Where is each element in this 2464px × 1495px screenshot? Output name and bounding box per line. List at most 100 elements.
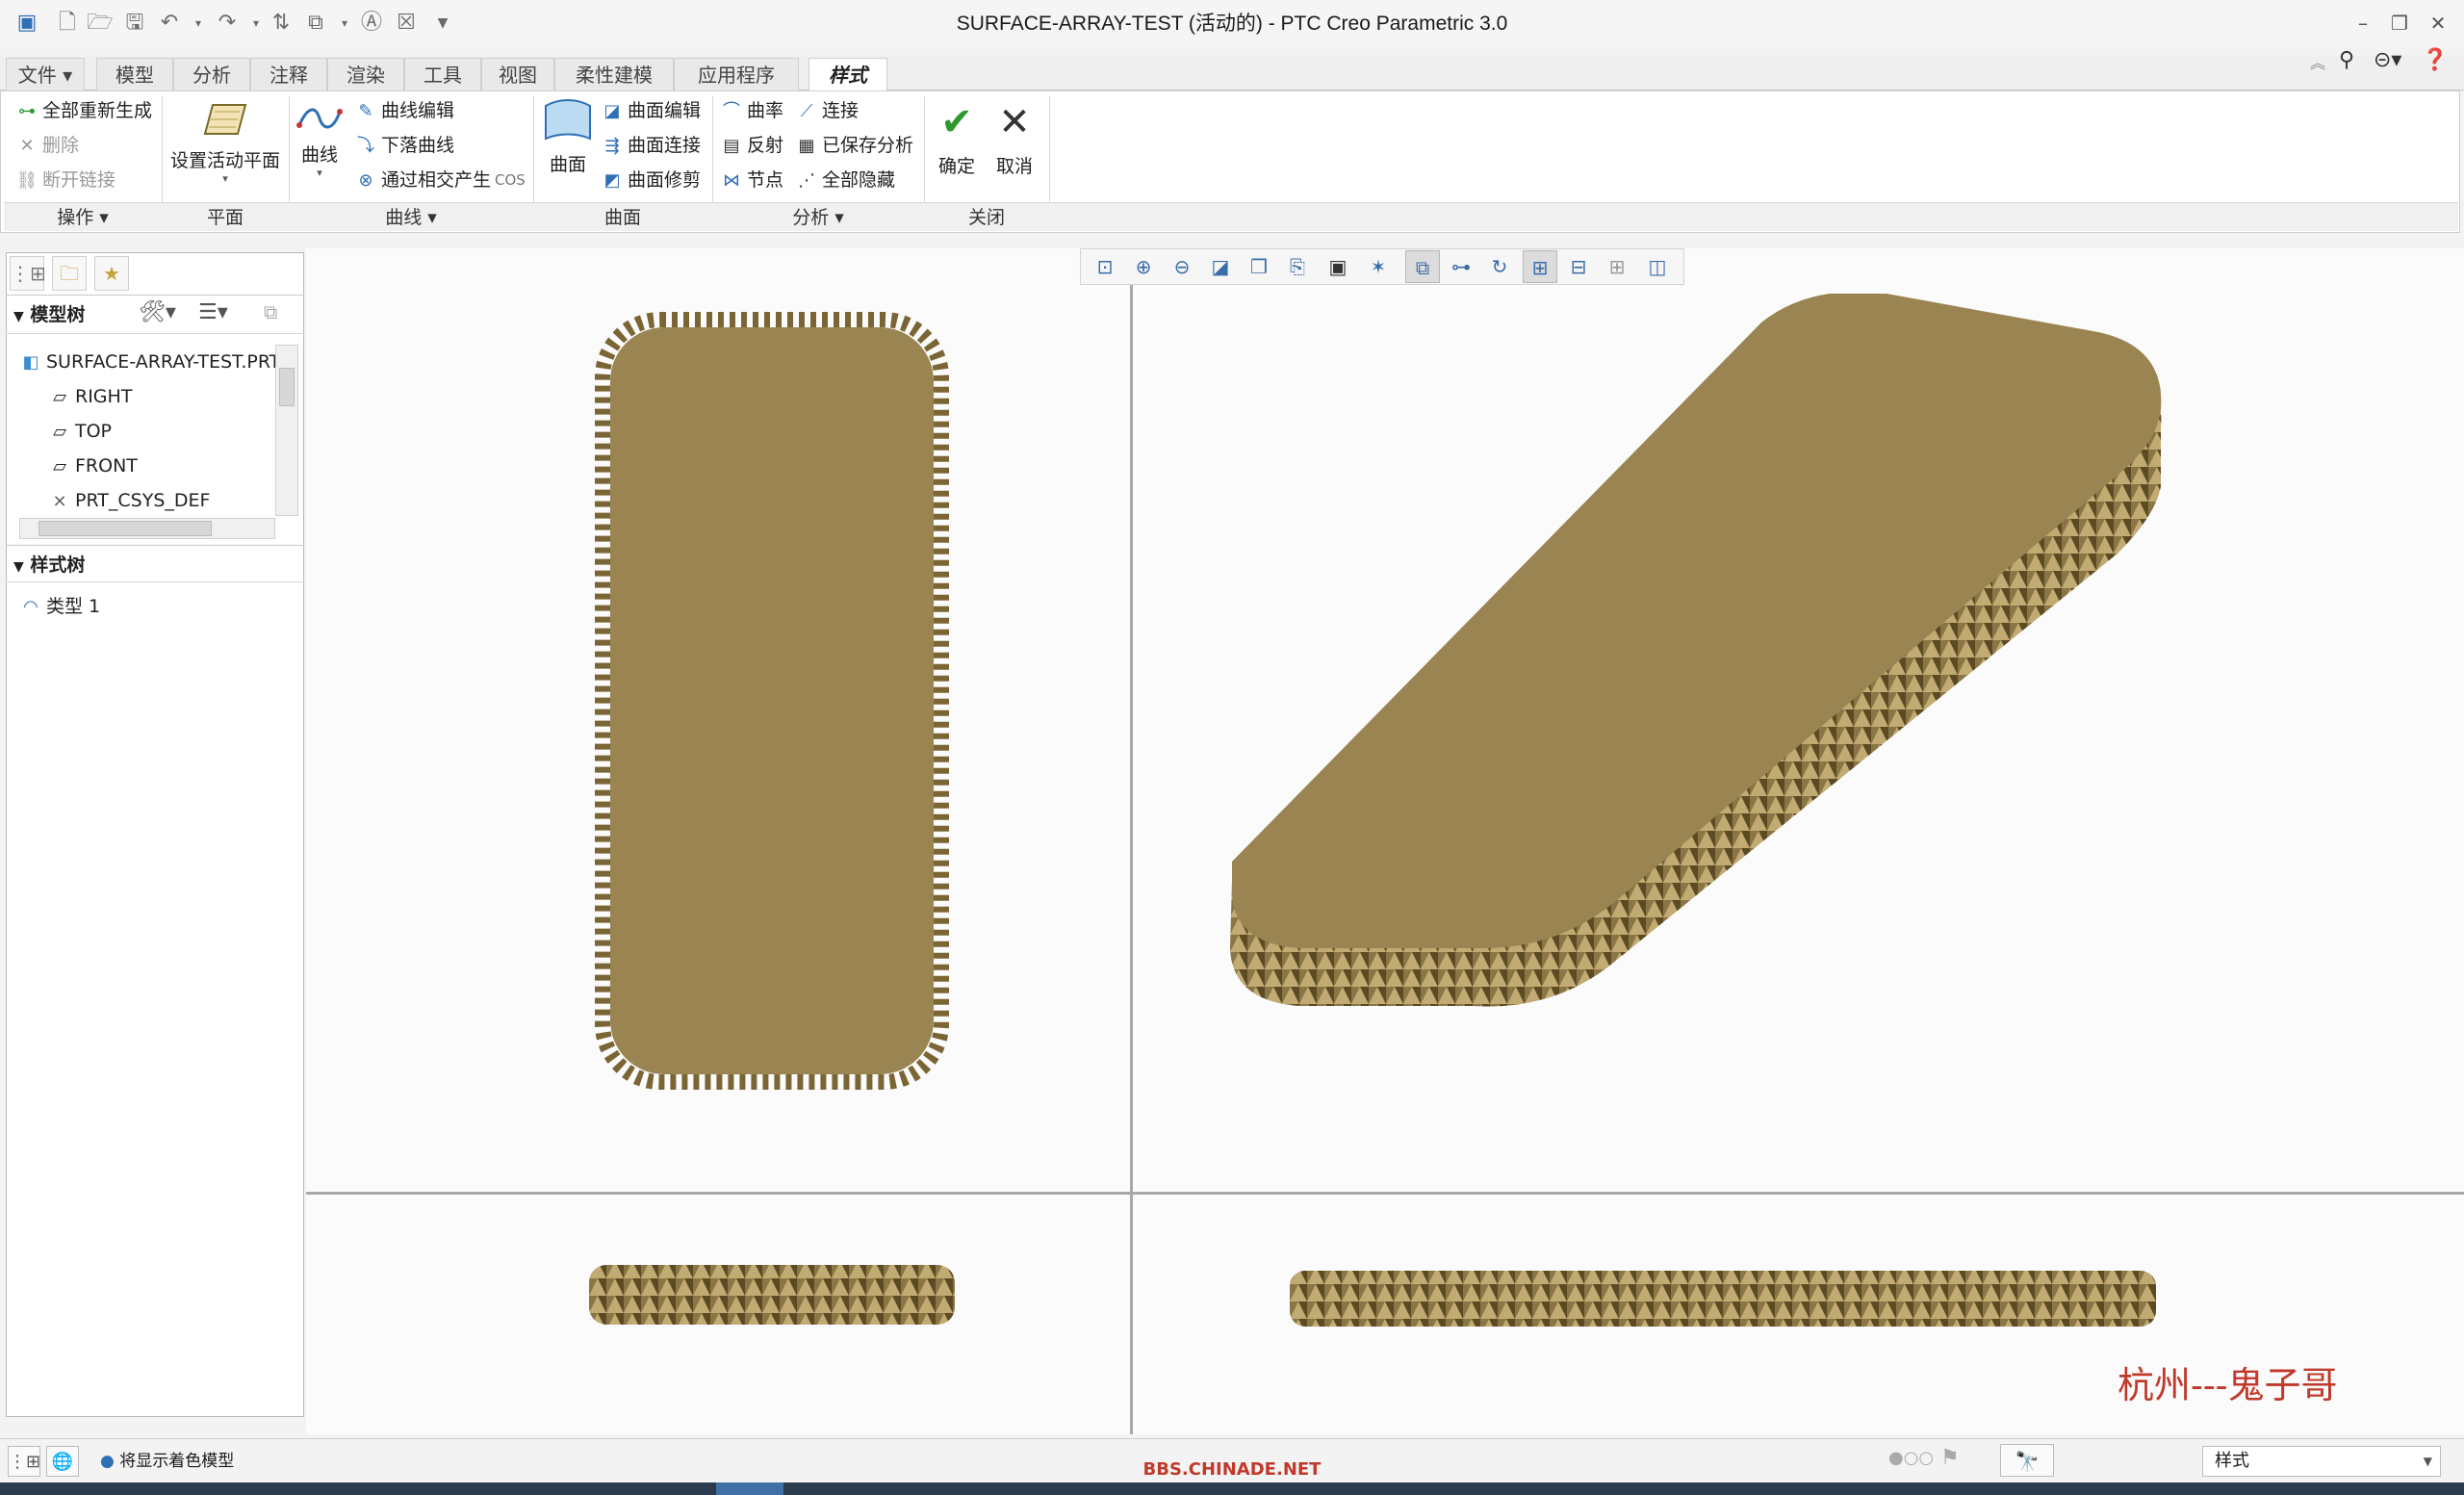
open-file-icon[interactable]: 🗁: [87, 10, 114, 37]
windows-dropdown-icon[interactable]: ▾: [331, 10, 358, 37]
saved-orientations-icon[interactable]: ⎘: [1280, 250, 1315, 283]
tree-item-root[interactable]: ◧ SURFACE-ARRAY-TEST.PRT: [19, 345, 275, 379]
help-icon[interactable]: ❓: [2422, 48, 2451, 77]
new-file-icon[interactable]: 🗋: [54, 10, 81, 37]
undo-dropdown-icon[interactable]: ▾: [185, 10, 212, 37]
node-icon: ⋈: [723, 170, 740, 191]
tab-model[interactable]: 模型: [96, 58, 173, 90]
tree-vertical-scroll-thumb[interactable]: [279, 368, 295, 406]
drop-curve-button[interactable]: ⤵ 下落曲线: [354, 131, 454, 160]
tree-columns-icon[interactable]: ☰▾: [198, 300, 252, 329]
curve-edit-button[interactable]: ✎ 曲线编辑: [354, 96, 454, 125]
curvature-button[interactable]: ⌒ 曲率: [720, 96, 783, 125]
folder-browser-nav-icon[interactable]: 🗀: [52, 256, 87, 291]
tab-applications[interactable]: 应用程序: [674, 58, 799, 90]
refit-icon[interactable]: ⊡: [1088, 250, 1122, 283]
redo-icon[interactable]: ↷: [214, 10, 241, 37]
undo-icon[interactable]: ↶: [156, 10, 183, 37]
view-manager-icon[interactable]: ▣: [1321, 250, 1355, 283]
group-label-analysis[interactable]: 分析 ▾: [712, 202, 924, 231]
save-icon[interactable]: 🖫: [121, 10, 148, 37]
surface-edit-button[interactable]: ◪ 曲面编辑: [601, 96, 701, 125]
saved-analysis-button[interactable]: ▦ 已保存分析: [795, 131, 913, 160]
text-icon[interactable]: Ⓐ: [358, 10, 385, 37]
redo-dropdown-icon[interactable]: ▾: [243, 10, 270, 37]
restore-icon[interactable]: ❐: [2385, 10, 2414, 37]
tab-flexible-modeling[interactable]: 柔性建模: [554, 58, 674, 90]
tab-view[interactable]: 视图: [481, 58, 554, 90]
ok-button[interactable]: ✔ 确定: [928, 100, 986, 193]
tree-settings-icon[interactable]: 🛠▾: [139, 300, 192, 329]
selection-filter-select[interactable]: 样式 ▼: [2202, 1446, 2441, 1477]
surface-trim-button[interactable]: ◩ 曲面修剪: [601, 166, 701, 194]
delete-button[interactable]: ✕ 删除: [15, 131, 79, 160]
customize-qat-icon[interactable]: ▼: [429, 10, 456, 37]
regenerate-icon[interactable]: ⇅: [268, 10, 295, 37]
minimize-icon[interactable]: –: [2348, 10, 2377, 37]
cancel-button[interactable]: ✕ 取消: [986, 100, 1043, 193]
taskbar-item[interactable]: [716, 1482, 783, 1495]
model-view-side[interactable]: [1290, 1267, 2156, 1330]
tree-item-csys[interactable]: ⨯ PRT_CSYS_DEF: [48, 483, 210, 518]
tab-tools[interactable]: 工具: [404, 58, 481, 90]
search-icon[interactable]: ⚲: [2339, 48, 2368, 77]
set-active-plane-button[interactable]: 设置活动平面 ▾: [166, 100, 285, 193]
close-window-icon[interactable]: ☒: [393, 10, 420, 37]
model-tree-header[interactable]: ▼ 模型树: [13, 298, 139, 331]
tree-item-front[interactable]: ▱ FRONT: [48, 449, 138, 483]
style-tree-item-type1[interactable]: ◠ 类型 1: [19, 589, 100, 624]
tab-style[interactable]: 样式: [808, 58, 887, 92]
hide-all-button[interactable]: ⋰ 全部隐藏: [795, 166, 895, 194]
tree-item-right[interactable]: ▱ RIGHT: [48, 379, 132, 414]
viewport-horizontal-splitter[interactable]: [306, 1192, 2464, 1195]
curve-button[interactable]: 曲线 ▾: [295, 104, 345, 193]
toggle-navigator-icon[interactable]: ⋮⊞: [8, 1446, 40, 1477]
show-active-plane-icon[interactable]: ◫: [1640, 250, 1675, 283]
four-views-icon[interactable]: ⊞: [1523, 250, 1557, 283]
repaint-icon[interactable]: ◪: [1203, 250, 1238, 283]
collapse-ribbon-icon[interactable]: ︽: [2310, 50, 2331, 79]
tree-horizontal-scroll-thumb[interactable]: [38, 521, 212, 536]
tab-render[interactable]: 渲染: [327, 58, 404, 90]
reflection-button[interactable]: ▤ 反射: [720, 131, 783, 160]
tree-item-top[interactable]: ▱ TOP: [48, 414, 112, 449]
group-label-operations[interactable]: 操作 ▾: [4, 202, 162, 231]
control-points-icon[interactable]: ⊶: [1444, 250, 1478, 283]
browser-icon[interactable]: 🌐: [46, 1446, 79, 1477]
tab-analysis[interactable]: 分析: [173, 58, 250, 90]
favorites-nav-icon[interactable]: ★: [94, 256, 129, 291]
break-link-button[interactable]: ⛓ 断开链接: [15, 166, 116, 194]
group-label-curves[interactable]: 曲线 ▾: [289, 202, 533, 231]
viewport-vertical-splitter[interactable]: [1130, 248, 1133, 1434]
flag-icon[interactable]: ⚑: [1940, 1446, 1969, 1475]
style-tree-header[interactable]: ▼ 样式树: [13, 549, 206, 581]
surface-connect-button[interactable]: ⇶ 曲面连接: [601, 131, 701, 160]
curve-display-icon[interactable]: ⧉: [1405, 250, 1440, 283]
zoom-in-icon[interactable]: ⊕: [1126, 250, 1161, 283]
zoom-out-icon[interactable]: ⊖: [1165, 250, 1199, 283]
regenerate-all-button[interactable]: ⊶ 全部重新生成: [15, 96, 152, 125]
tab-annotate[interactable]: 注释: [250, 58, 327, 90]
windows-icon[interactable]: ⧉: [302, 10, 329, 37]
panel-divider: [6, 545, 304, 546]
surface-button[interactable]: 曲面: [537, 96, 599, 193]
grid-icon[interactable]: ⊟: [1561, 250, 1596, 283]
model-view-top[interactable]: [589, 306, 955, 1095]
connect-analysis-button[interactable]: ⟋ 连接: [795, 96, 859, 125]
datum-display-icon[interactable]: ✶: [1361, 250, 1396, 283]
app-icon[interactable]: ▣: [13, 10, 40, 37]
intersect-curve-button[interactable]: ⊗ 通过相交产生: [354, 166, 491, 194]
spin-center-icon[interactable]: ↻: [1482, 250, 1517, 283]
tab-file[interactable]: 文件 ▾: [6, 58, 85, 90]
model-view-iso[interactable]: [1213, 294, 2194, 1016]
tree-filter-icon[interactable]: ⧉: [264, 300, 296, 329]
node-button[interactable]: ⋈ 节点: [720, 166, 783, 194]
find-icon[interactable]: 🔭: [2000, 1444, 2054, 1477]
model-view-front[interactable]: [589, 1261, 955, 1328]
close-icon[interactable]: ✕: [2424, 10, 2452, 37]
model-tree-nav-icon[interactable]: ⋮⊞: [10, 256, 46, 291]
cos-button[interactable]: COS: [495, 166, 526, 194]
active-plane-orientation-icon[interactable]: ⊞: [1600, 250, 1634, 283]
display-style-icon[interactable]: ❒: [1242, 250, 1276, 283]
community-icon[interactable]: ⊝▾: [2374, 48, 2412, 77]
